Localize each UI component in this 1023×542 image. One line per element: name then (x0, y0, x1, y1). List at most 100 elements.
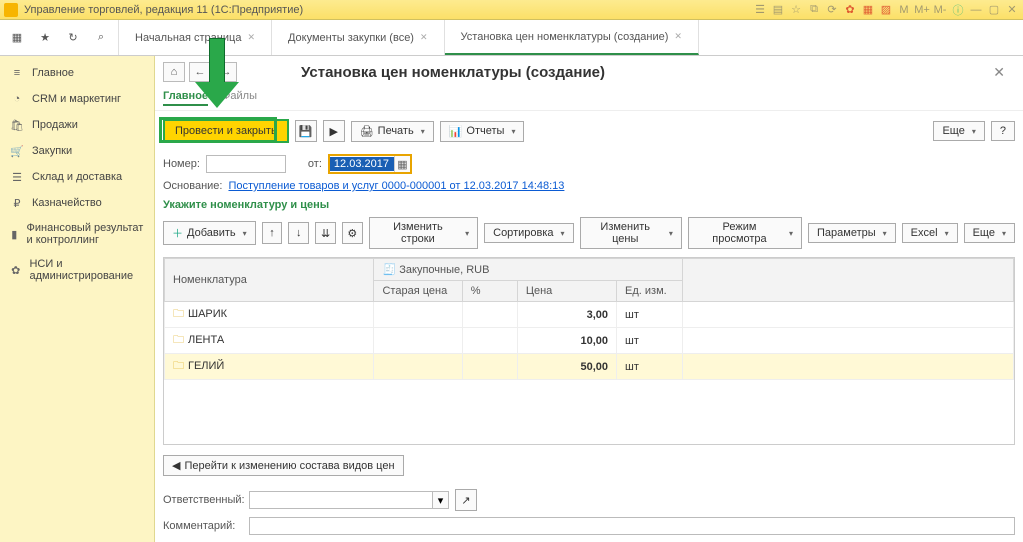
sort-button[interactable]: Сортировка (484, 223, 573, 243)
star-icon[interactable]: ★ (36, 29, 54, 47)
basis-link[interactable]: Поступление товаров и услуг 0000-000001 … (228, 180, 564, 192)
apps-icon[interactable]: ▦ (8, 29, 26, 47)
fill-button[interactable]: ⇊ (315, 222, 336, 244)
view-mode-button[interactable]: Режим просмотра (688, 217, 802, 249)
sidebar-item-main[interactable]: ≡Главное (0, 60, 154, 86)
titlebar-icon[interactable]: ▨ (879, 3, 893, 17)
number-input[interactable] (206, 155, 286, 173)
responsible-row: Ответственный: ▾ ↗ (163, 486, 1015, 514)
down-button[interactable]: ↓ (288, 222, 309, 244)
folder-icon: 🗀 (173, 308, 184, 320)
cell-old[interactable] (374, 302, 462, 328)
save-button[interactable]: 💾 (295, 120, 317, 142)
change-prices-button[interactable]: Изменить цены (580, 217, 682, 249)
comment-row: Комментарий: (163, 514, 1015, 538)
sidebar-item-purchasing[interactable]: 🛒Закупки (0, 138, 154, 164)
sidebar-item-warehouse[interactable]: ☰Склад и доставка (0, 164, 154, 190)
col-old[interactable]: Старая цена (374, 281, 462, 302)
excel-button[interactable]: Excel (902, 223, 958, 243)
window-title: Управление торговлей, редакция 11 (1С:Пр… (24, 4, 303, 16)
titlebar-icon[interactable]: ▦ (861, 3, 875, 17)
date-field[interactable]: ▦ (328, 154, 412, 174)
close-icon[interactable]: ✕ (1005, 3, 1019, 17)
sidebar-item-treasury[interactable]: ₽Казначейство (0, 190, 154, 216)
cell-unit[interactable]: шт (617, 302, 683, 328)
maximize-icon[interactable]: ▢ (987, 3, 1001, 17)
page-close-icon[interactable]: ✕ (993, 64, 1005, 81)
forward-button[interactable]: → (215, 62, 237, 82)
cell-old[interactable] (374, 354, 462, 380)
table-row[interactable]: 🗀ГЕЛИЙ 50,00шт (165, 354, 1014, 380)
home-button[interactable]: ⌂ (163, 62, 185, 82)
cell-price[interactable]: 10,00 (517, 328, 616, 354)
inner-tab-main[interactable]: Главное (163, 88, 208, 106)
tab-purchases[interactable]: Документы закупки (все) ✕ (272, 20, 445, 55)
sidebar-item-sales[interactable]: 🛍Продажи (0, 112, 154, 138)
col-group[interactable]: 🧾 Закупочные, RUB (374, 259, 683, 281)
cart-icon: 🛒 (10, 144, 24, 158)
back-button[interactable]: ← (189, 62, 211, 82)
params-button[interactable]: Параметры (808, 223, 896, 243)
col-nomenclature[interactable]: Номенклатура (165, 259, 374, 302)
titlebar-m-minus[interactable]: M- (933, 3, 947, 17)
reports-button[interactable]: 📊Отчеты (440, 121, 525, 142)
up-button[interactable]: ↑ (262, 222, 283, 244)
info-icon[interactable]: ⓘ (951, 3, 965, 17)
more-button[interactable]: Еще (933, 121, 984, 141)
titlebar-m-plus[interactable]: M+ (915, 3, 929, 17)
table-row[interactable]: 🗀ЛЕНТА 10,00шт (165, 328, 1014, 354)
open-ref-button[interactable]: ↗ (455, 489, 477, 511)
comment-input[interactable] (249, 517, 1015, 535)
add-button[interactable]: ＋Добавить (163, 221, 256, 245)
tab-home[interactable]: Начальная страница ✕ (119, 20, 272, 55)
titlebar-icon[interactable]: ☆ (789, 3, 803, 17)
cell-old[interactable] (374, 328, 462, 354)
tab-pricing[interactable]: Установка цен номенклатуры (создание) ✕ (445, 20, 699, 55)
col-unit[interactable]: Ед. изм. (617, 281, 683, 302)
settings-button[interactable]: ⚙ (342, 222, 363, 244)
titlebar-icon[interactable]: ⟳ (825, 3, 839, 17)
cell-pct[interactable] (462, 354, 517, 380)
cell-unit[interactable]: шт (617, 354, 683, 380)
minimize-icon[interactable]: — (969, 3, 983, 17)
titlebar-icon[interactable]: ▤ (771, 3, 785, 17)
tab-close-icon[interactable]: ✕ (420, 32, 428, 43)
cell-price[interactable]: 50,00 (517, 354, 616, 380)
cell-pct[interactable] (462, 302, 517, 328)
table-more-button[interactable]: Еще (964, 223, 1015, 243)
post-and-close-button[interactable]: Провести и закрыть (163, 119, 289, 143)
calendar-icon[interactable]: ▦ (394, 156, 410, 172)
responsible-input[interactable] (249, 491, 433, 509)
tab-close-icon[interactable]: ✕ (247, 32, 255, 43)
titlebar-icon[interactable]: ✿ (843, 3, 857, 17)
sidebar-item-admin[interactable]: ✿НСИ и администрирование (0, 252, 154, 288)
col-empty (683, 259, 1014, 302)
print-button[interactable]: 🖨Печать (351, 121, 434, 142)
history-icon[interactable]: ↻ (64, 29, 82, 47)
titlebar-controls: ☰ ▤ ☆ ⧉ ⟳ ✿ ▦ ▨ M M+ M- ⓘ — ▢ ✕ (753, 3, 1019, 17)
col-pct[interactable]: % (462, 281, 517, 302)
cell-name[interactable]: 🗀ЛЕНТА (165, 328, 374, 354)
titlebar-icon[interactable]: ⧉ (807, 3, 821, 17)
cell-name[interactable]: 🗀ШАРИК (165, 302, 374, 328)
sidebar-item-finance[interactable]: ▮Финансовый результат и контроллинг (0, 216, 154, 252)
number-label: Номер: (163, 158, 200, 170)
titlebar-m[interactable]: M (897, 3, 911, 17)
inner-tab-files[interactable]: Файлы (222, 88, 257, 106)
col-price[interactable]: Цена (517, 281, 616, 302)
table-row[interactable]: 🗀ШАРИК 3,00шт (165, 302, 1014, 328)
help-button[interactable]: ? (991, 121, 1015, 141)
sidebar-item-crm[interactable]: ◔CRM и маркетинг (0, 86, 154, 112)
tab-close-icon[interactable]: ✕ (674, 31, 682, 42)
cell-pct[interactable] (462, 328, 517, 354)
date-input[interactable] (330, 157, 394, 171)
titlebar-icon[interactable]: ☰ (753, 3, 767, 17)
change-rows-button[interactable]: Изменить строки (369, 217, 478, 249)
cell-unit[interactable]: шт (617, 328, 683, 354)
dropdown-icon[interactable]: ▾ (433, 491, 449, 509)
cell-name[interactable]: 🗀ГЕЛИЙ (165, 354, 374, 380)
search-icon[interactable]: ⌕ (92, 29, 110, 47)
cell-price[interactable]: 3,00 (517, 302, 616, 328)
change-price-types-button[interactable]: ◀ Перейти к изменению состава видов цен (163, 455, 404, 476)
post-button[interactable]: ▶ (323, 120, 345, 142)
